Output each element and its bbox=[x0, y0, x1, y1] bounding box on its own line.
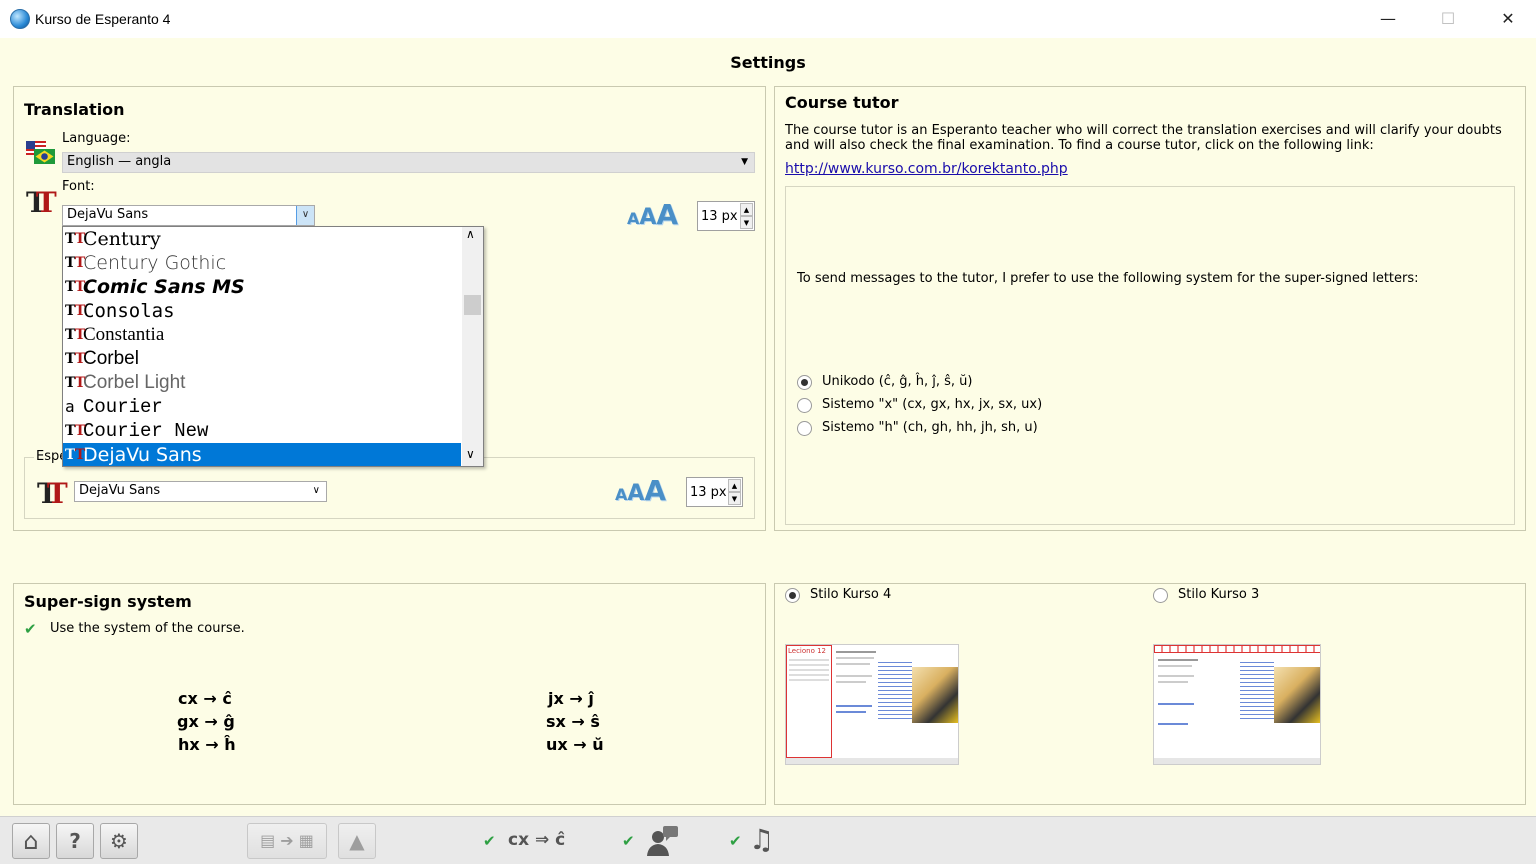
stepper-down-icon[interactable]: ▼ bbox=[728, 492, 741, 505]
translation-title: Translation bbox=[24, 100, 125, 119]
mapping-ux: ux → ŭ bbox=[546, 735, 604, 754]
bitmap-font-icon: a bbox=[65, 397, 75, 416]
font-size-icon: AAA bbox=[627, 198, 679, 231]
checkbox-checked-icon[interactable]: ✔ bbox=[24, 620, 37, 638]
kurso-3-preview[interactable] bbox=[1153, 644, 1321, 765]
font-icon: TT bbox=[37, 477, 68, 510]
stilo-kurso-4-radio[interactable] bbox=[785, 588, 800, 603]
supersign-title: Super-sign system bbox=[24, 592, 192, 611]
font-label: Font: bbox=[62, 179, 95, 194]
stilo-kurso-3-radio[interactable] bbox=[1153, 588, 1168, 603]
language-flag-icon bbox=[24, 137, 56, 167]
scroll-down-icon[interactable]: ∨ bbox=[466, 447, 475, 461]
stepper-up-icon[interactable]: ▲ bbox=[728, 479, 741, 492]
inbox-upload-icon[interactable]: ▲ bbox=[338, 823, 376, 859]
sistemo-h-label[interactable]: Sistemo "h" (ch, gh, hh, jh, sh, u) bbox=[822, 420, 1038, 435]
stepper-down-icon[interactable]: ▼ bbox=[740, 216, 753, 229]
unikodo-radio[interactable] bbox=[797, 375, 812, 390]
preview-photo bbox=[912, 667, 958, 723]
list-scrollbar[interactable]: ∧ ∨ bbox=[462, 227, 483, 466]
font-size-stepper[interactable]: 13 px ▲ ▼ bbox=[697, 201, 755, 231]
supersign-toggle[interactable]: cx ⇒ ĉ bbox=[508, 830, 565, 850]
stilo-kurso-4-label[interactable]: Stilo Kurso 4 bbox=[810, 587, 891, 602]
font-size-value: 13 px bbox=[701, 209, 738, 224]
maximize-button[interactable]: ☐ bbox=[1418, 0, 1478, 38]
chevron-down-icon: ∨ bbox=[296, 206, 314, 225]
truetype-icon: TT bbox=[65, 327, 86, 343]
tutor-chat-icon[interactable] bbox=[645, 823, 679, 857]
tutor-title: Course tutor bbox=[785, 93, 899, 112]
truetype-icon: TT bbox=[65, 447, 86, 463]
chevron-down-icon: ▼ bbox=[741, 157, 748, 167]
check-icon: ✔ bbox=[729, 832, 742, 850]
esperanto-font-size-value: 13 px bbox=[690, 485, 727, 500]
music-icon[interactable]: ♫ bbox=[749, 823, 774, 856]
font-dropdown-list[interactable]: TT Century TT Century Gothic TT Comic Sans … bbox=[62, 226, 484, 467]
scrollbar-thumb[interactable] bbox=[464, 295, 481, 315]
language-value: English — angla bbox=[67, 154, 172, 169]
mapping-gx: gx → ĝ bbox=[177, 712, 235, 731]
mapping-cx: cx → ĉ bbox=[178, 689, 232, 708]
stepper-up-icon[interactable]: ▲ bbox=[740, 203, 753, 216]
font-option-consolas[interactable]: TT Consolas bbox=[63, 299, 461, 323]
copy-transfer-icon[interactable]: ▤ ➔ ▦ bbox=[247, 823, 327, 859]
tutor-preference-box bbox=[785, 186, 1515, 525]
title-bar: Kurso de Esperanto 4 — ☐ ✕ bbox=[0, 0, 1536, 38]
font-option-corbel[interactable]: TT Corbel bbox=[63, 347, 461, 371]
tutor-preference-text: To send messages to the tutor, I prefer … bbox=[797, 271, 1419, 286]
preview-sidebar: Leciono 12 bbox=[786, 645, 832, 758]
esperanto-font-select[interactable]: DejaVu Sans ∨ bbox=[74, 481, 327, 502]
settings-icon[interactable]: ⚙ bbox=[100, 823, 138, 859]
language-select[interactable]: English — angla ▼ bbox=[62, 152, 755, 173]
chevron-down-icon: ∨ bbox=[312, 485, 320, 496]
bottom-toolbar: ⌂ ? ⚙ ▤ ➔ ▦ ▲ ✔ cx ⇒ ĉ ✔ ✔ ♫ bbox=[0, 816, 1536, 864]
sistemo-x-radio[interactable] bbox=[797, 398, 812, 413]
globe-icon bbox=[10, 9, 30, 29]
help-icon[interactable]: ? bbox=[56, 823, 94, 859]
sistemo-x-label[interactable]: Sistemo "x" (cx, gx, hx, jx, sx, ux) bbox=[822, 397, 1042, 412]
font-option-dejavu-sans[interactable]: TT DejaVu Sans bbox=[63, 443, 461, 466]
truetype-icon: TT bbox=[65, 303, 86, 319]
preview-photo bbox=[1274, 667, 1320, 723]
mapping-sx: sx → ŝ bbox=[546, 712, 600, 731]
stilo-kurso-3-label[interactable]: Stilo Kurso 3 bbox=[1178, 587, 1259, 602]
font-icon: TT bbox=[26, 186, 57, 219]
truetype-icon: TT bbox=[65, 255, 86, 271]
font-option-courier-new[interactable]: TT Courier New bbox=[63, 419, 461, 443]
truetype-icon: TT bbox=[65, 375, 86, 391]
supersign-panel bbox=[13, 583, 766, 805]
esperanto-font-size-stepper[interactable]: 13 px ▲ ▼ bbox=[686, 477, 743, 507]
scroll-up-icon[interactable]: ∧ bbox=[466, 227, 475, 241]
use-course-system-label[interactable]: Use the system of the course. bbox=[50, 621, 245, 636]
esperanto-font-value: DejaVu Sans bbox=[79, 483, 161, 498]
font-value: DejaVu Sans bbox=[67, 207, 149, 222]
font-option-corbel-light[interactable]: TT Corbel Light bbox=[63, 371, 461, 395]
font-option-century-gothic[interactable]: TT Century Gothic bbox=[63, 251, 461, 275]
page-title: Settings bbox=[730, 53, 806, 72]
home-icon[interactable]: ⌂ bbox=[12, 823, 50, 859]
truetype-icon: TT bbox=[65, 279, 86, 295]
mapping-hx: hx → ĥ bbox=[178, 735, 236, 754]
truetype-icon: TT bbox=[65, 231, 86, 247]
font-option-comic-sans-ms[interactable]: TT Comic Sans MS bbox=[63, 275, 461, 299]
font-option-century[interactable]: TT Century bbox=[63, 227, 461, 251]
unikodo-label[interactable]: Unikodo (ĉ, ĝ, ĥ, ĵ, ŝ, ŭ) bbox=[822, 374, 972, 389]
font-select[interactable]: DejaVu Sans ∨ bbox=[62, 205, 315, 226]
truetype-icon: TT bbox=[65, 423, 86, 439]
font-option-constantia[interactable]: TT Constantia bbox=[63, 323, 461, 347]
truetype-icon: TT bbox=[65, 351, 86, 367]
check-icon: ✔ bbox=[483, 832, 496, 850]
language-label: Language: bbox=[62, 131, 131, 146]
font-option-courier[interactable]: a Courier bbox=[63, 395, 461, 419]
font-size-icon: AAA bbox=[615, 474, 667, 507]
mapping-jx: jx → ĵ bbox=[548, 689, 594, 708]
check-icon: ✔ bbox=[622, 832, 635, 850]
window-title: Kurso de Esperanto 4 bbox=[35, 11, 171, 27]
close-button[interactable]: ✕ bbox=[1478, 0, 1536, 38]
minimize-button[interactable]: — bbox=[1358, 0, 1418, 38]
tutor-link[interactable]: http://www.kurso.com.br/korektanto.php bbox=[785, 161, 1068, 177]
tutor-description: The course tutor is an Esperanto teacher… bbox=[785, 123, 1502, 153]
kurso-4-preview[interactable]: Leciono 12 bbox=[785, 644, 959, 765]
sistemo-h-radio[interactable] bbox=[797, 421, 812, 436]
